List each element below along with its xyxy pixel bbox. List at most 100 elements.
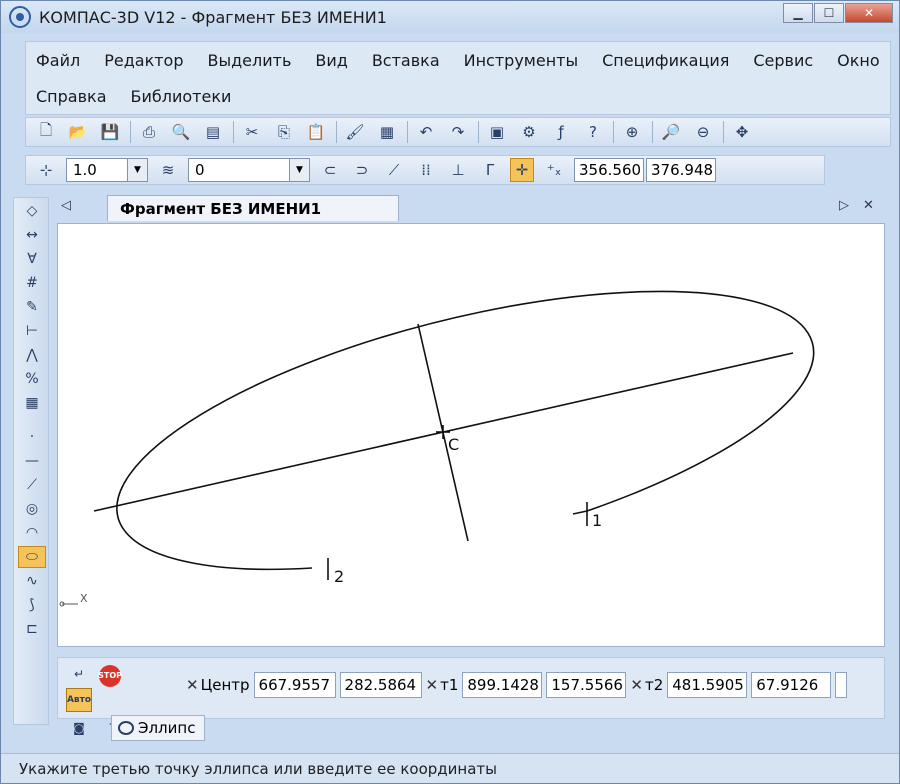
- center-y-field[interactable]: 282.5864: [339, 672, 422, 698]
- tab-close-icon[interactable]: ✕: [863, 198, 874, 213]
- menu-row-1: Файл Редактор Выделить Вид Вставка Инстр…: [26, 42, 890, 78]
- parametrization-panel-icon[interactable]: ✎: [18, 296, 46, 318]
- cursor-coords-icon: ⁺ₓ: [546, 161, 562, 179]
- editing-panel-icon[interactable]: #: [18, 272, 46, 294]
- open-folder-icon[interactable]: 📂: [66, 120, 90, 144]
- paste-icon[interactable]: 📋: [304, 120, 328, 144]
- geometry-panel-icon[interactable]: ◇: [18, 200, 46, 222]
- menu-libraries[interactable]: Библиотеки: [131, 87, 232, 106]
- chevron-down-icon[interactable]: ▼: [289, 159, 309, 181]
- tab-scroll-left-icon[interactable]: ◁: [61, 198, 71, 213]
- standard-toolbar: 🗋 📂 💾 ⎙ 🔍 ▤ ✂ ⎘ 📋 🖌 ▦ ↶ ↷ ▣ ⚙ ƒ ? ⊕ 🔎 ⊖ …: [25, 117, 891, 147]
- center-lock-icon[interactable]: ✕: [186, 676, 199, 694]
- ortho-mode-icon[interactable]: Γ: [478, 158, 502, 182]
- auto-create-button[interactable]: Авто: [66, 687, 92, 712]
- manager-icon[interactable]: ⚙: [517, 120, 541, 144]
- menu-window[interactable]: Окно: [837, 51, 880, 70]
- circle-tool-icon[interactable]: ◎: [18, 498, 46, 520]
- copy-icon[interactable]: ⎘: [272, 120, 296, 144]
- snap-magnet-icon[interactable]: ⊂: [318, 158, 342, 182]
- redo-icon[interactable]: ↷: [446, 120, 470, 144]
- undo-icon[interactable]: ↶: [414, 120, 438, 144]
- variables-icon[interactable]: ▣: [485, 120, 509, 144]
- menu-editor[interactable]: Редактор: [104, 51, 183, 70]
- t2-y-field[interactable]: 67.9126: [751, 672, 832, 698]
- cursor-x-field[interactable]: 356.560: [574, 158, 644, 182]
- selection-panel-icon[interactable]: ⋀: [18, 344, 46, 366]
- menu-bar: Файл Редактор Выделить Вид Вставка Инстр…: [25, 41, 891, 115]
- t2-x-field[interactable]: 481.5905: [667, 672, 748, 698]
- t1-lock-icon[interactable]: ✕: [426, 676, 439, 694]
- menu-file[interactable]: Файл: [36, 51, 80, 70]
- t1-y-field[interactable]: 157.5566: [546, 672, 627, 698]
- stop-button[interactable]: STOP: [98, 664, 122, 687]
- zoom-window-icon[interactable]: ⊕: [620, 120, 644, 144]
- print-preview-icon[interactable]: 🔍: [169, 120, 193, 144]
- designations-panel-icon[interactable]: ∀: [18, 248, 46, 270]
- ortho-icon[interactable]: ⟋: [382, 158, 406, 182]
- separator: [336, 121, 337, 143]
- menu-select[interactable]: Выделить: [208, 51, 292, 70]
- separator: [233, 121, 234, 143]
- t2-lock-icon[interactable]: ✕: [630, 676, 643, 694]
- contour-tool-icon[interactable]: ⊏: [18, 618, 46, 640]
- tab-scroll-right-icon[interactable]: ▷: [839, 198, 849, 213]
- spec-panel-icon[interactable]: ▦: [18, 392, 46, 414]
- compact-toolbar: ◇ ↔ ∀ # ✎ ⊢ ⋀ % ▦ · — ⟋ ◎ ◠ ⬭ ∿ ⟆ ⊏: [13, 197, 49, 725]
- menu-help[interactable]: Справка: [36, 87, 107, 106]
- print-icon[interactable]: ⎙: [137, 120, 161, 144]
- menu-service[interactable]: Сервис: [753, 51, 813, 70]
- tab-fragment[interactable]: Фрагмент БЕЗ ИМЕНИ1: [107, 195, 399, 221]
- arc-tool-icon[interactable]: ◠: [18, 522, 46, 544]
- tab-ellipse[interactable]: Эллипс: [111, 715, 205, 741]
- step-value: 1.0: [73, 161, 97, 179]
- segment-tool-icon[interactable]: ⟋: [18, 474, 46, 496]
- aux-line-icon[interactable]: —: [18, 450, 46, 472]
- grid-icon[interactable]: ⁞⁞: [414, 158, 438, 182]
- app-window: КОМПАС-3D V12 - Фрагмент БЕЗ ИМЕНИ1 ▁ ☐ …: [0, 0, 900, 784]
- step-combo[interactable]: 1.0 ▼: [66, 158, 148, 182]
- document-tab-bar: ◁ Фрагмент БЕЗ ИМЕНИ1 ▷ ✕: [51, 193, 891, 221]
- zoom-in-icon[interactable]: 🔎: [659, 120, 683, 144]
- function-icon[interactable]: ƒ: [549, 120, 573, 144]
- point-tool-icon[interactable]: ·: [18, 426, 46, 448]
- t1-x-field[interactable]: 899.1428: [462, 672, 543, 698]
- save-icon[interactable]: 💾: [98, 120, 122, 144]
- grid-step-icon[interactable]: ⊹: [34, 158, 58, 182]
- dimensions-panel-icon[interactable]: ↔: [18, 224, 46, 246]
- chevron-down-icon[interactable]: ▼: [127, 159, 147, 181]
- cut-icon[interactable]: ✂: [240, 120, 264, 144]
- properties-icon[interactable]: ▦: [375, 120, 399, 144]
- close-button[interactable]: ✕: [845, 3, 893, 23]
- snap-toggle-icon[interactable]: ✛: [510, 158, 534, 182]
- local-cs-icon[interactable]: ⊥: [446, 158, 470, 182]
- menu-tools[interactable]: Инструменты: [464, 51, 579, 70]
- kompas-logo-icon: [9, 6, 31, 28]
- spline-tool-icon[interactable]: ∿: [18, 570, 46, 592]
- menu-specification[interactable]: Спецификация: [602, 51, 729, 70]
- maximize-button[interactable]: ☐: [814, 3, 844, 23]
- local-snap-icon[interactable]: ⊃: [350, 158, 374, 182]
- measure-panel-icon[interactable]: ⊢: [18, 320, 46, 342]
- new-file-icon[interactable]: 🗋: [34, 120, 58, 144]
- cursor-y-field[interactable]: 376.948: [646, 158, 716, 182]
- camera-icon[interactable]: ◙: [66, 716, 92, 740]
- enter-object-icon[interactable]: ↵: [66, 662, 92, 686]
- center-x-field[interactable]: 667.9557: [253, 672, 336, 698]
- format-brush-icon[interactable]: 🖌: [343, 120, 367, 144]
- doc-manager-icon[interactable]: ▤: [201, 120, 225, 144]
- pan-icon[interactable]: ✥: [730, 120, 754, 144]
- zoom-out-icon[interactable]: ⊖: [691, 120, 715, 144]
- polyline-tool-icon[interactable]: ⟆: [18, 594, 46, 616]
- separator: [407, 121, 408, 143]
- menu-view[interactable]: Вид: [315, 51, 347, 70]
- ellipse-tool-icon[interactable]: ⬭: [18, 546, 46, 568]
- attributes-panel-icon[interactable]: %: [18, 368, 46, 390]
- minimize-button[interactable]: ▁: [783, 3, 813, 23]
- more-params-button[interactable]: [835, 672, 848, 698]
- layer-combo[interactable]: 0 ▼: [188, 158, 310, 182]
- help-pointer-icon[interactable]: ?: [581, 120, 605, 144]
- menu-insert[interactable]: Вставка: [372, 51, 440, 70]
- drawing-canvas[interactable]: C 1 2 X: [57, 223, 885, 647]
- layers-icon[interactable]: ≋: [156, 158, 180, 182]
